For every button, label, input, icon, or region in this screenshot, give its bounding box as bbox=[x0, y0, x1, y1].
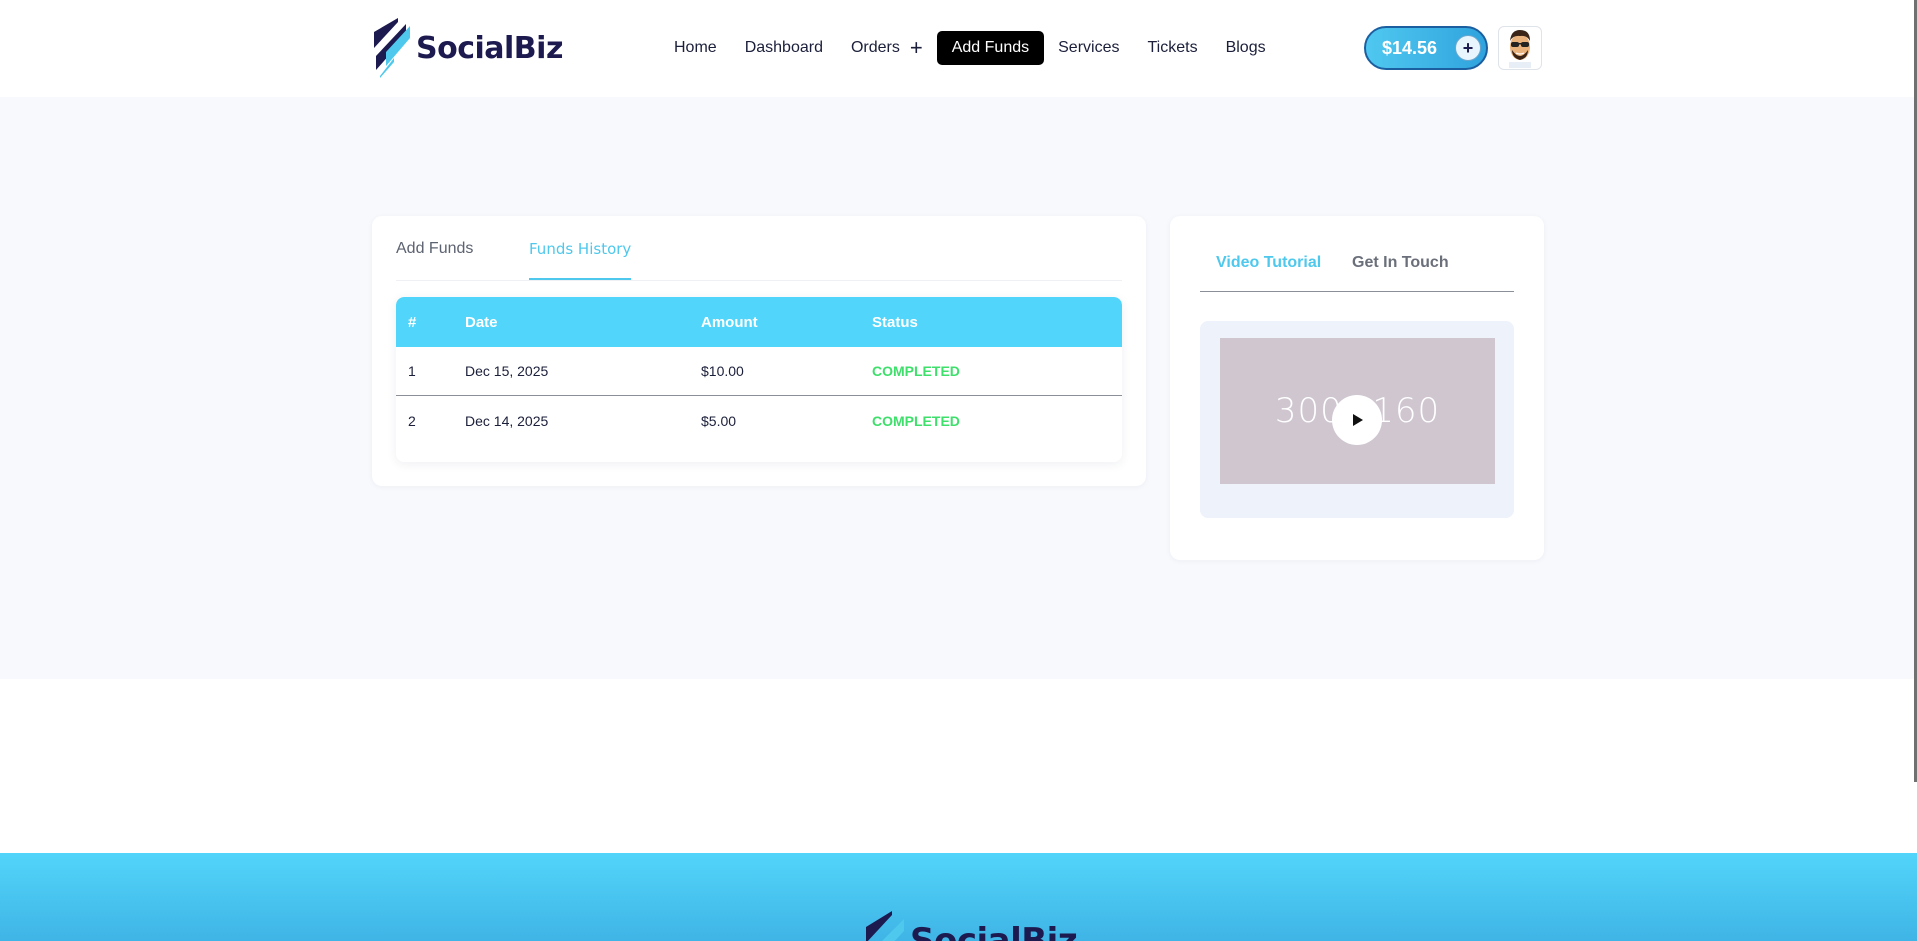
status-badge: COMPLETED bbox=[872, 363, 960, 379]
cell-amount: $5.00 bbox=[701, 412, 737, 429]
table-row: 1 Dec 15, 2025 $10.00 COMPLETED bbox=[396, 347, 1122, 396]
nav-add-funds-label: Add Funds bbox=[951, 39, 1030, 56]
nav-orders-label: Orders bbox=[850, 39, 900, 56]
play-icon[interactable] bbox=[1332, 395, 1382, 445]
tab-funds-history[interactable]: Funds History bbox=[529, 240, 632, 280]
footer-brand-name: SocialBiz bbox=[910, 921, 1078, 941]
nav-services-label: Services bbox=[1058, 39, 1120, 56]
nav-dashboard-label: Dashboard bbox=[744, 39, 823, 56]
main-nav: Home Dashboard Orders + Add Funds Service… bbox=[660, 31, 1280, 65]
tab-get-in-touch[interactable]: Get In Touch bbox=[1352, 254, 1449, 272]
tutorial-tabs: Video Tutorial Get In Touch bbox=[1200, 216, 1514, 292]
table-row: 2 Dec 14, 2025 $5.00 COMPLETED bbox=[396, 396, 1122, 445]
video-thumbnail[interactable]: 300×160 bbox=[1220, 338, 1495, 484]
tab-video-tutorial[interactable]: Video Tutorial bbox=[1216, 254, 1321, 272]
nav-services[interactable]: Services bbox=[1044, 31, 1133, 65]
column-header-date: Date bbox=[465, 313, 498, 331]
footer-logo-mark-icon bbox=[866, 911, 904, 941]
plus-icon[interactable]: + bbox=[910, 37, 923, 59]
nav-orders[interactable]: Orders + bbox=[837, 31, 937, 65]
nav-blogs-label: Blogs bbox=[1225, 39, 1266, 56]
status-badge: COMPLETED bbox=[872, 412, 960, 429]
site-footer: SocialBiz bbox=[0, 853, 1917, 941]
play-glyph bbox=[1353, 414, 1363, 426]
column-header-amount: Amount bbox=[701, 313, 758, 331]
column-header-status: Status bbox=[872, 313, 918, 331]
nav-add-funds[interactable]: Add Funds bbox=[936, 31, 1045, 65]
nav-blogs[interactable]: Blogs bbox=[1212, 31, 1280, 65]
cell-index: 2 bbox=[408, 412, 416, 429]
table-header-row: # Date Amount Status bbox=[396, 297, 1122, 347]
tutorial-card: Video Tutorial Get In Touch 300×160 bbox=[1170, 216, 1544, 560]
logo-mark-icon bbox=[374, 18, 410, 78]
nav-home[interactable]: Home bbox=[660, 31, 731, 65]
balance-amount: $14.56 bbox=[1382, 37, 1438, 58]
nav-dashboard[interactable]: Dashboard bbox=[731, 31, 837, 65]
column-header-index: # bbox=[408, 313, 417, 331]
nav-tickets-label: Tickets bbox=[1147, 39, 1198, 56]
site-header: SocialBiz Home Dashboard Orders + Add Fun… bbox=[0, 0, 1917, 97]
cell-amount: $10.00 bbox=[701, 363, 744, 379]
brand-name: SocialBiz bbox=[416, 30, 563, 66]
funds-tabs: Add Funds Funds History bbox=[396, 216, 1122, 281]
funds-card: Add Funds Funds History # Date Amount St… bbox=[372, 216, 1146, 486]
nav-tickets[interactable]: Tickets bbox=[1133, 31, 1211, 65]
cell-date: Dec 14, 2025 bbox=[465, 412, 549, 429]
balance-button[interactable]: $14.56 + bbox=[1364, 26, 1488, 70]
video-container: 300×160 bbox=[1200, 321, 1514, 518]
avatar-icon[interactable] bbox=[1498, 26, 1542, 70]
tab-add-funds[interactable]: Add Funds bbox=[396, 240, 473, 280]
footer-brand-logo[interactable]: SocialBiz bbox=[864, 911, 1078, 941]
add-balance-plus-icon[interactable]: + bbox=[1455, 35, 1481, 61]
brand-logo[interactable]: SocialBiz bbox=[372, 18, 563, 78]
avatar-illustration bbox=[1509, 30, 1531, 68]
cell-index: 1 bbox=[408, 363, 416, 379]
nav-home-label: Home bbox=[674, 39, 717, 56]
funds-history-table: # Date Amount Status 1 Dec 15, 2025 $10.… bbox=[396, 297, 1122, 462]
cell-date: Dec 15, 2025 bbox=[465, 363, 549, 379]
